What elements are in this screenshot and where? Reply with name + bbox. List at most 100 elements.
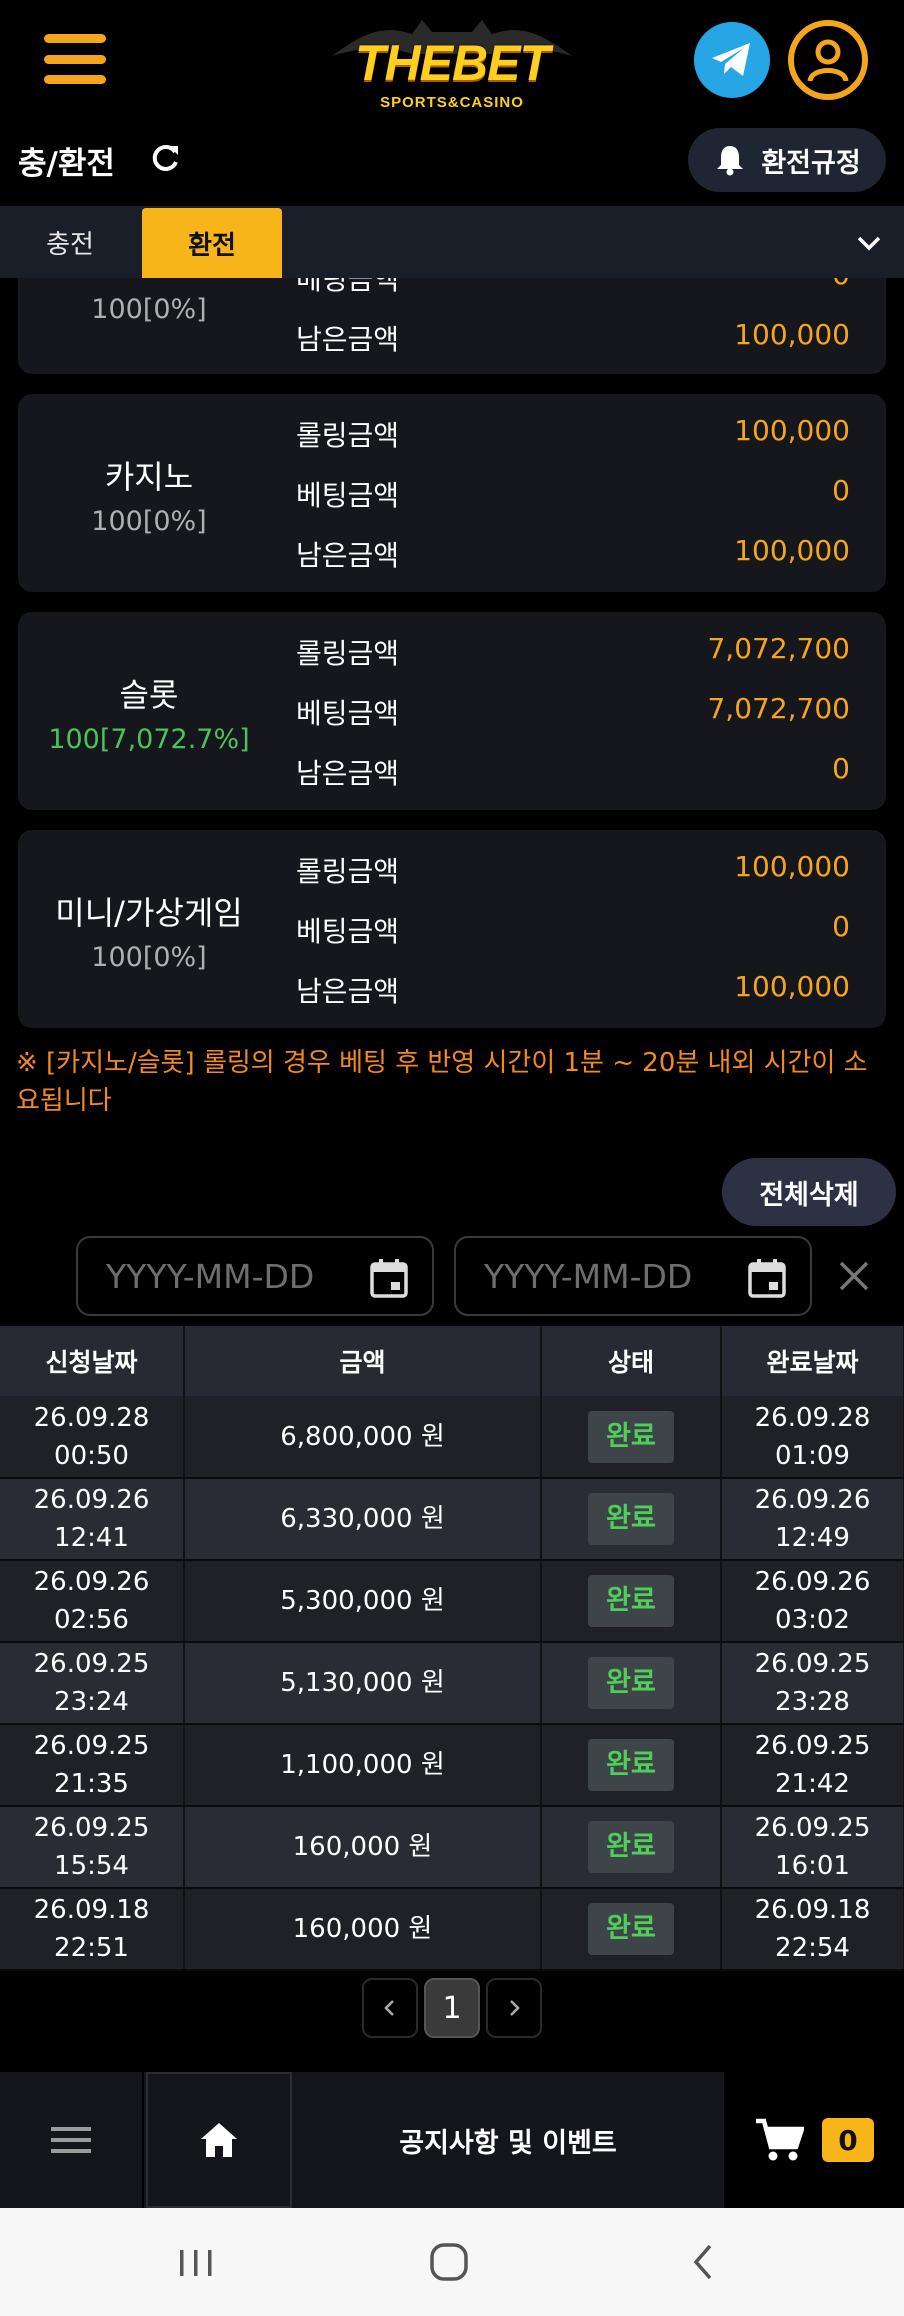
recent-apps-icon[interactable] bbox=[176, 2238, 216, 2286]
complete-date: 26.09.26 bbox=[754, 1567, 871, 1597]
chevron-right-icon bbox=[510, 2000, 520, 2016]
rolling-category-name: 슬롯 bbox=[119, 676, 179, 714]
request-date-cell: 26.09.25 21:35 bbox=[0, 1724, 185, 1807]
status-badge: 완료 bbox=[588, 1903, 674, 1955]
request-date-cell: 26.09.25 15:54 bbox=[0, 1806, 185, 1889]
prev-page-button[interactable] bbox=[362, 1978, 418, 2038]
request-date: 26.09.25 bbox=[33, 1731, 150, 1761]
telegram-button[interactable] bbox=[694, 22, 770, 98]
column-header: 신청날짜 bbox=[0, 1326, 185, 1396]
rolling-notice: ※ [카지노/슬롯] 롤링의 경우 베팅 후 반영 시간이 1분 ~ 20분 내… bbox=[16, 1048, 868, 1116]
complete-time: 16:01 bbox=[775, 1851, 850, 1881]
request-date-cell: 26.09.26 02:56 bbox=[0, 1560, 185, 1643]
request-time: 12:41 bbox=[54, 1523, 129, 1553]
home-circle-icon[interactable] bbox=[426, 2238, 474, 2286]
cart-count-badge: 0 bbox=[822, 2118, 874, 2162]
complete-date: 26.09.18 bbox=[754, 1895, 871, 1925]
rolling-percent: 100[0%] bbox=[91, 294, 207, 325]
calendar-icon[interactable] bbox=[370, 1258, 408, 1298]
rolling-row: 베팅금액 0 bbox=[296, 910, 850, 950]
next-page-button[interactable] bbox=[486, 1978, 542, 2038]
hamburger-icon[interactable] bbox=[44, 34, 106, 84]
menu-icon bbox=[51, 2127, 91, 2153]
back-icon[interactable] bbox=[684, 2238, 724, 2286]
chevron-down-icon[interactable] bbox=[854, 228, 884, 258]
user-profile-button[interactable] bbox=[788, 20, 868, 100]
logo-subtitle: SPORTS&CASINO bbox=[380, 94, 524, 111]
complete-date-cell: 26.09.18 22:54 bbox=[721, 1888, 904, 1971]
bottom-menu-button[interactable] bbox=[0, 2072, 144, 2208]
status-badge: 완료 bbox=[588, 1575, 674, 1627]
complete-date: 26.09.26 bbox=[754, 1485, 871, 1515]
complete-date: 26.09.28 bbox=[754, 1402, 871, 1433]
request-time: 00:50 bbox=[54, 1440, 129, 1471]
request-date: 26.09.25 bbox=[33, 1649, 150, 1679]
user-icon bbox=[807, 39, 849, 82]
bottom-nav: 공지사항 및 이벤트 0 bbox=[0, 2072, 904, 2208]
request-time: 21:35 bbox=[54, 1769, 129, 1799]
rolling-percent: 100[7,072.7%] bbox=[48, 724, 250, 755]
complete-date-cell: 26.09.25 23:28 bbox=[721, 1642, 904, 1725]
row-label: 롤링금액 bbox=[296, 419, 400, 452]
logo-wordmark: THEBET bbox=[355, 35, 550, 91]
tab-withdraw[interactable]: 환전 bbox=[142, 208, 282, 278]
calendar-icon[interactable] bbox=[748, 1258, 786, 1298]
request-time: 02:56 bbox=[54, 1605, 129, 1635]
row-label: 베팅금액 bbox=[296, 479, 400, 512]
withdraw-rules-button[interactable]: 환전규정 bbox=[688, 128, 886, 192]
page-number-button[interactable]: 1 bbox=[424, 1978, 480, 2038]
request-date: 26.09.28 bbox=[33, 1402, 150, 1433]
refresh-icon[interactable] bbox=[148, 142, 182, 176]
complete-date-cell: 26.09.26 12:49 bbox=[721, 1478, 904, 1561]
end-date-input[interactable]: YYYY-MM-DD bbox=[454, 1236, 812, 1316]
request-date: 26.09.26 bbox=[33, 1485, 150, 1515]
request-date-cell: 26.09.25 23:24 bbox=[0, 1642, 185, 1725]
delete-all-button[interactable]: 전체삭제 bbox=[722, 1158, 896, 1226]
withdraw-rules-label: 환전규정 bbox=[761, 147, 861, 179]
rolling-category: 미니/가상게임 100[0%] bbox=[18, 888, 280, 973]
row-label: 남은금액 bbox=[296, 323, 400, 356]
rolling-card-mini-game: 미니/가상게임 100[0%] 롤링금액 100,000 베팅금액 0 남은금액… bbox=[18, 830, 886, 1028]
rolling-category-name: 미니/가상게임 bbox=[55, 894, 243, 932]
start-date-input[interactable]: YYYY-MM-DD bbox=[76, 1236, 434, 1316]
chevron-left-icon bbox=[384, 2000, 394, 2016]
page-title: 충/환전 bbox=[18, 146, 115, 182]
row-label: 남은금액 bbox=[296, 757, 400, 790]
amount-cell: 160,000 원 bbox=[184, 1888, 542, 1971]
request-date-cell: 26.09.18 22:51 bbox=[0, 1888, 185, 1971]
rolling-category: 100[0%] bbox=[18, 286, 280, 325]
complete-date-cell: 26.09.25 21:42 bbox=[721, 1724, 904, 1807]
row-value: 100,000 bbox=[734, 850, 850, 883]
app-header: THEBET SPORTS&CASINO bbox=[0, 0, 904, 120]
rolling-card-slot: 슬롯 100[7,072.7%] 롤링금액 7,072,700 베팅금액 7,0… bbox=[18, 612, 886, 810]
amount-cell: 1,100,000 원 bbox=[184, 1724, 542, 1807]
tab-bar: 충전 환전 bbox=[0, 206, 904, 278]
home-button[interactable] bbox=[146, 2072, 292, 2208]
row-value: 0 bbox=[832, 278, 850, 291]
cart-button[interactable]: 0 bbox=[724, 2072, 904, 2208]
rolling-card-casino: 카지노 100[0%] 롤링금액 100,000 베팅금액 0 남은금액 100… bbox=[18, 394, 886, 592]
amount-cell: 6,330,000 원 bbox=[184, 1478, 542, 1561]
complete-time: 12:49 bbox=[775, 1523, 850, 1553]
complete-time: 23:28 bbox=[775, 1687, 850, 1717]
notice-event-link[interactable]: 공지사항 및 이벤트 bbox=[292, 2072, 724, 2208]
tab-deposit[interactable]: 충전 bbox=[0, 206, 140, 278]
row-value: 0 bbox=[832, 752, 850, 785]
rolling-percent: 100[0%] bbox=[91, 942, 207, 973]
rolling-row: 남은금액 100,000 bbox=[296, 534, 850, 574]
status-cell: 완료 bbox=[541, 1806, 722, 1889]
system-nav-bar bbox=[0, 2208, 904, 2316]
clear-date-icon[interactable] bbox=[836, 1258, 872, 1294]
table-row: 26.09.26 12:41 6,330,000 원 완료 26.09.26 12:… bbox=[0, 1478, 904, 1561]
status-cell: 완료 bbox=[541, 1642, 722, 1725]
table-row: 26.09.26 02:56 5,300,000 원 완료 26.09.26 03:… bbox=[0, 1560, 904, 1643]
withdraw-history-table: 신청날짜 금액 상태 완료날짜 26.09.28 00:50 6,800,000 … bbox=[0, 1326, 904, 1971]
row-value: 100,000 bbox=[734, 970, 850, 1003]
row-label: 베팅금액 bbox=[296, 697, 400, 730]
thebet-logo[interactable]: THEBET SPORTS&CASINO bbox=[332, 14, 572, 111]
rolling-row: 남은금액 0 bbox=[296, 752, 850, 792]
rolling-row: 남은금액 100,000 bbox=[296, 318, 850, 358]
complete-date-cell: 26.09.28 01:09 bbox=[721, 1396, 904, 1479]
complete-date-cell: 26.09.26 03:02 bbox=[721, 1560, 904, 1643]
start-date-placeholder: YYYY-MM-DD bbox=[106, 1256, 315, 1296]
